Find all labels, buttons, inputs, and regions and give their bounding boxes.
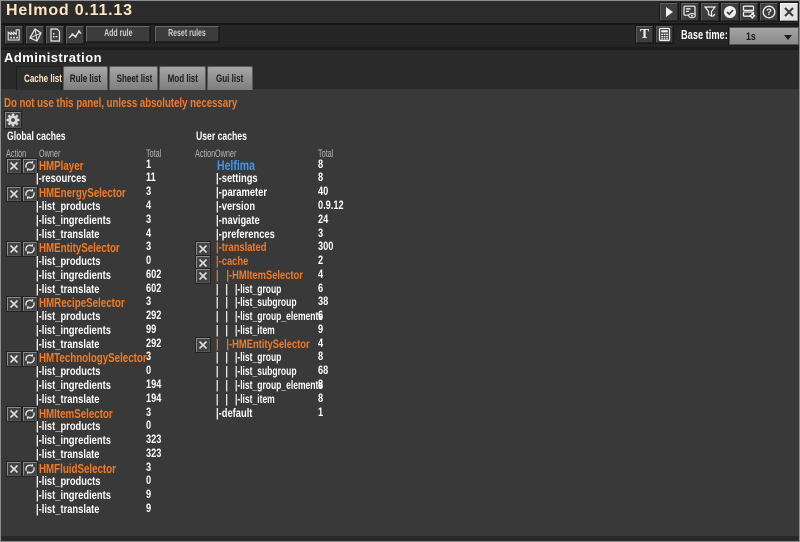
svg-text:?: ?: [766, 7, 772, 18]
